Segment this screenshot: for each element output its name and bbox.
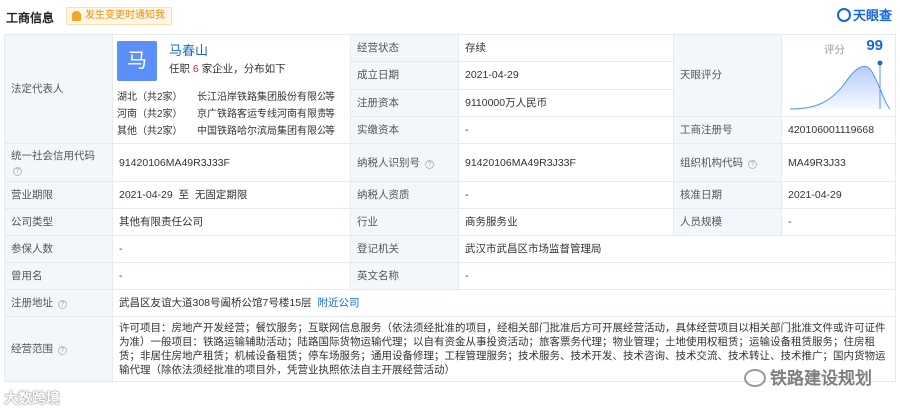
tax-qualification-label: 纳税人资质	[350, 181, 459, 209]
notify-on-change-button[interactable]: 发生变更时通知我	[66, 7, 172, 25]
insured-label: 参保人数	[4, 235, 113, 263]
help-icon[interactable]: ?	[747, 159, 757, 169]
legal-rep-cell: 马 马春山 任职 6 家企业，分布如下 湖北（共2家） 长江沿岸铁路集团股份有限公…	[112, 34, 351, 144]
brand-logo[interactable]: 天眼查	[836, 7, 892, 25]
founded-value: 2021-04-29	[458, 61, 674, 90]
rep-company-count: 6	[192, 63, 199, 75]
orgcode-value: MA49R3J33	[781, 143, 896, 182]
address-value: 武昌区友谊大道308号阖桥公馆7号楼15层	[119, 297, 312, 309]
approve-date-value: 2021-04-29	[781, 181, 896, 209]
regno-label: 工商注册号	[673, 115, 782, 145]
score-distribution-curve	[790, 60, 890, 110]
notify-label: 发生变更时通知我	[85, 10, 165, 21]
former-name-label: 曾用名	[4, 262, 113, 290]
credit-code-label: 统一社会信用代码 ?	[4, 143, 113, 182]
status-value: 存续	[458, 33, 674, 63]
region-company-link[interactable]: 中国铁路哈尔滨局集团有限公司	[197, 125, 325, 139]
term-label: 营业期限	[4, 181, 113, 209]
region-row[interactable]: 其他（共2家） 中国铁路哈尔滨局集团有限公司等	[117, 125, 341, 140]
approve-date-label: 核准日期	[673, 181, 782, 209]
score-marker-dot	[877, 60, 883, 66]
company-type-value: 其他有限责任公司	[112, 208, 351, 236]
rep-avatar[interactable]: 马	[117, 41, 157, 81]
score-label: 天眼评分	[673, 34, 782, 117]
score-small-label: 评分	[824, 44, 845, 56]
staff-size-label: 人员规模	[673, 208, 782, 236]
rep-summary: 任职 6 家企业，分布如下	[169, 63, 286, 75]
section-title: 工商信息	[6, 11, 55, 25]
industry-value: 商务服务业	[458, 208, 674, 236]
nearby-companies-link[interactable]: 附近公司	[318, 297, 360, 309]
term-value: 2021-04-29 至 无固定期限	[112, 181, 351, 209]
curve-fill	[790, 66, 890, 109]
help-icon[interactable]: ?	[57, 346, 67, 355]
credit-code-value: 91420106MA49R3J33F	[112, 143, 351, 182]
taxid-label: 纳税人识别号 ?	[350, 143, 459, 182]
paid-capital-value: -	[458, 115, 674, 145]
company-type-label: 公司类型	[4, 208, 113, 236]
score-cell[interactable]: 评分 99	[781, 34, 896, 117]
status-label: 经营状态	[350, 33, 459, 63]
english-name-value: -	[458, 262, 896, 290]
founded-label: 成立日期	[350, 61, 459, 90]
paid-capital-label: 实缴资本	[350, 115, 459, 145]
bell-icon	[72, 11, 81, 21]
region-row[interactable]: 湖北（共2家） 长江沿岸铁路集团股份有限公司等	[117, 91, 341, 106]
legal-rep-label: 法定代表人	[4, 34, 113, 144]
wechat-icon	[744, 369, 766, 387]
tax-qualification-value: -	[458, 181, 674, 209]
help-icon[interactable]: ?	[424, 159, 434, 169]
capital-label: 注册资本	[350, 88, 459, 117]
insured-value: -	[112, 235, 351, 263]
staff-size-value: -	[781, 208, 896, 236]
region-row[interactable]: 河南（共2家）京广铁路客运专线河南有限责任公司等	[117, 108, 341, 123]
authority-label: 登记机关	[350, 235, 459, 263]
industry-label: 行业	[350, 208, 459, 236]
scope-label: 经营范围 ?	[4, 316, 113, 382]
taxid-value: 91420106MA49R3J33F	[458, 143, 674, 182]
orgcode-label: 组织机构代码 ?	[673, 143, 782, 182]
authority-value: 武汉市武昌区市场监督管理局	[458, 235, 896, 263]
capital-value: 9110000万人民币	[458, 88, 674, 117]
former-name-value: -	[112, 262, 351, 290]
address-cell: 武昌区友谊大道308号阖桥公馆7号楼15层 附近公司	[112, 289, 896, 317]
english-name-label: 英文名称	[350, 262, 459, 290]
help-icon[interactable]: ?	[57, 300, 67, 309]
region-company-link[interactable]: 长江沿岸铁路集团股份有限公司	[197, 91, 325, 105]
section-header: 工商信息 发生变更时通知我 天眼查	[0, 0, 900, 32]
watermark-left: 大数跨境	[4, 390, 60, 406]
address-label: 注册地址 ?	[4, 289, 113, 317]
help-icon[interactable]: ?	[13, 166, 22, 176]
score-value: 99	[866, 37, 883, 54]
brand-name: 天眼查	[852, 8, 892, 23]
regno-value: 420106001119668	[781, 115, 896, 145]
eye-logo-icon	[836, 8, 851, 22]
region-company-link[interactable]: 京广铁路客运专线河南有限责任公司	[197, 108, 325, 122]
business-info-table: 法定代表人 马 马春山 任职 6 家企业，分布如下 湖北（共2家） 长江沿岸铁路集…	[4, 33, 896, 382]
rep-name-link[interactable]: 马春山	[169, 44, 208, 58]
watermark-right: 铁路建设规划	[744, 364, 872, 389]
